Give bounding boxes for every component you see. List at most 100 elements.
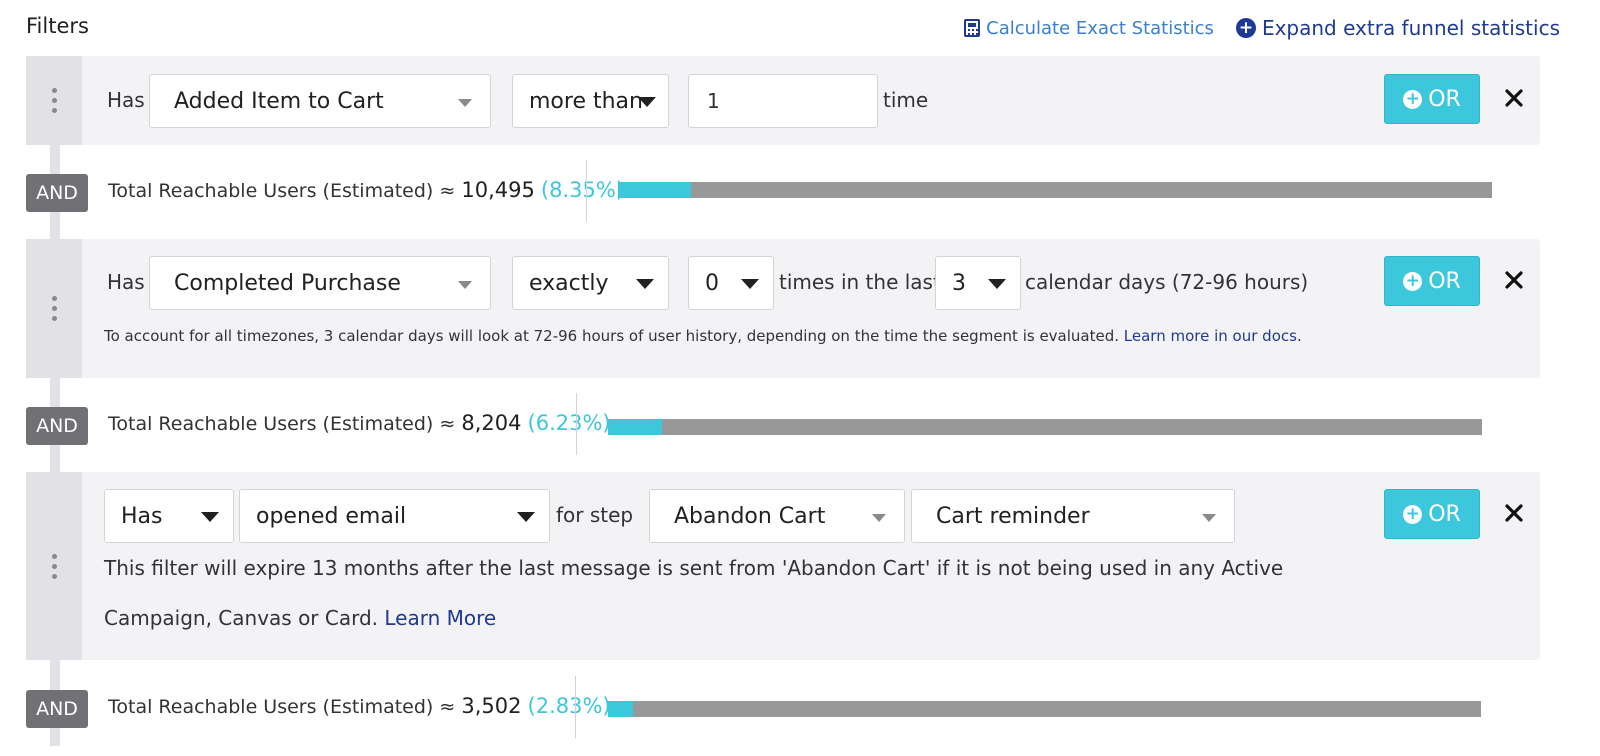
days-select-value: 3 (952, 270, 966, 296)
drag-dots-icon (51, 88, 57, 113)
chevron-down-icon (1202, 514, 1216, 522)
filter-block-3: Has opened email for step Abandon Cart C… (26, 472, 1540, 660)
count-select-value: 0 (705, 270, 719, 296)
has-select[interactable]: Has (104, 489, 234, 543)
expiry-note-line1: This filter will expire 13 months after … (104, 556, 1284, 580)
plus-circle-icon: + (1235, 18, 1256, 38)
close-icon[interactable] (1502, 86, 1526, 110)
divider (586, 160, 587, 222)
calendar-days-label: calendar days (72-96 hours) (1025, 270, 1309, 294)
filter-block-2: Has Completed Purchase exactly 0 times i… (26, 239, 1540, 378)
filter-prefix-label: Has (107, 88, 145, 112)
variant-select[interactable]: Cart reminder (911, 489, 1235, 543)
reachable-users-label: Total Reachable Users (Estimated) ≈ (108, 696, 456, 718)
email-action-select[interactable]: opened email (239, 489, 550, 543)
drag-handle[interactable] (26, 239, 82, 378)
and-badge[interactable]: AND (26, 690, 88, 728)
reach-row-3: AND Total Reachable Users (Estimated) ≈ … (26, 670, 1540, 750)
chevron-down-icon (988, 279, 1006, 289)
event-select-value: Completed Purchase (174, 270, 401, 296)
reach-row-1: AND Total Reachable Users (Estimated) ≈ … (26, 154, 1540, 234)
or-button[interactable]: + OR (1384, 256, 1480, 306)
reach-progress-fill (618, 182, 691, 198)
plus-circle-icon: + (1403, 89, 1423, 109)
reach-progress-fill (608, 419, 663, 435)
or-button-label: OR (1428, 86, 1461, 112)
top-links: Calculate Exact Statistics + Expand extr… (964, 16, 1560, 40)
chevron-down-icon (638, 97, 656, 107)
calculate-exact-statistics-link[interactable]: Calculate Exact Statistics (964, 18, 1214, 39)
drag-handle[interactable] (26, 472, 82, 660)
drag-handle[interactable] (26, 56, 82, 145)
plus-circle-icon: + (1403, 504, 1423, 524)
days-select[interactable]: 3 (935, 256, 1021, 310)
and-badge[interactable]: AND (26, 407, 88, 445)
chevron-down-icon (517, 512, 535, 522)
variant-select-value: Cart reminder (936, 503, 1090, 529)
close-icon[interactable] (1502, 268, 1526, 292)
reachable-users-count: 8,204 (461, 411, 522, 435)
filter-block-1: Has Added Item to Cart more than time + … (26, 56, 1540, 145)
comparison-select[interactable]: exactly (512, 256, 669, 310)
expiry-note-line2: Campaign, Canvas or Card. Learn More (104, 606, 496, 630)
reachable-users: Total Reachable Users (Estimated) ≈ 3,50… (108, 694, 611, 718)
reachable-users: Total Reachable Users (Estimated) ≈ 8,20… (108, 411, 611, 435)
reachable-users-label: Total Reachable Users (Estimated) ≈ (108, 180, 456, 202)
reachable-users-percent: (2.83%) (527, 694, 611, 718)
divider (576, 393, 577, 455)
chevron-down-icon (458, 99, 472, 107)
learn-more-docs-link[interactable]: Learn more in our docs (1124, 327, 1297, 345)
reach-progress-bar (608, 419, 1482, 435)
chevron-down-icon (201, 512, 219, 522)
filter-suffix-label: time (883, 88, 929, 112)
learn-more-link[interactable]: Learn More (384, 606, 496, 630)
reach-progress-bar (618, 182, 1492, 198)
reachable-users-percent: (6.23%) (527, 411, 611, 435)
expand-funnel-statistics-label: Expand extra funnel statistics (1261, 16, 1560, 40)
or-button-label: OR (1428, 501, 1461, 527)
reachable-users-label: Total Reachable Users (Estimated) ≈ (108, 413, 456, 435)
chevron-down-icon (872, 514, 886, 522)
reachable-users-count: 10,495 (461, 178, 535, 202)
campaign-select-value: Abandon Cart (674, 503, 826, 529)
drag-dots-icon (51, 296, 57, 321)
reach-progress-bar (608, 701, 1481, 717)
divider (575, 676, 576, 738)
or-button[interactable]: + OR (1384, 74, 1480, 124)
times-in-last-label: times in the last (779, 270, 941, 294)
reachable-users: Total Reachable Users (Estimated) ≈ 10,4… (108, 178, 624, 202)
and-badge[interactable]: AND (26, 174, 88, 212)
calculator-icon (964, 19, 981, 37)
reachable-users-count: 3,502 (461, 694, 522, 718)
chevron-down-icon (636, 279, 654, 289)
drag-dots-icon (51, 553, 57, 579)
calculate-exact-statistics-label: Calculate Exact Statistics (986, 17, 1214, 39)
reach-progress-fill (608, 701, 633, 717)
comparison-select[interactable]: more than (512, 74, 669, 128)
plus-circle-icon: + (1403, 271, 1423, 291)
timezone-note-text: To account for all timezones, 3 calendar… (104, 327, 1120, 345)
comparison-select-value: exactly (529, 270, 609, 296)
campaign-select[interactable]: Abandon Cart (649, 489, 905, 543)
has-select-value: Has (121, 503, 163, 529)
count-select[interactable]: 0 (688, 256, 774, 310)
event-select-value: Added Item to Cart (174, 88, 384, 114)
timezone-note-end: . (1296, 327, 1302, 345)
event-select[interactable]: Added Item to Cart (149, 74, 491, 128)
or-button-label: OR (1428, 268, 1461, 294)
expiry-note-text: Campaign, Canvas or Card. (104, 606, 379, 630)
for-step-label: for step (556, 503, 634, 527)
event-select[interactable]: Completed Purchase (149, 256, 491, 310)
page-title: Filters (26, 14, 89, 38)
count-input[interactable] (688, 74, 878, 128)
reachable-users-percent: (8.35%) (540, 178, 624, 202)
email-action-select-value: opened email (256, 503, 407, 529)
expand-funnel-statistics-link[interactable]: + Expand extra funnel statistics (1235, 16, 1560, 40)
chevron-down-icon (458, 281, 472, 289)
comparison-select-value: more than (529, 88, 643, 114)
reach-row-2: AND Total Reachable Users (Estimated) ≈ … (26, 387, 1540, 467)
close-icon[interactable] (1502, 501, 1526, 525)
chevron-down-icon (741, 279, 759, 289)
filter-prefix-label: Has (107, 270, 145, 294)
or-button[interactable]: + OR (1384, 489, 1480, 539)
